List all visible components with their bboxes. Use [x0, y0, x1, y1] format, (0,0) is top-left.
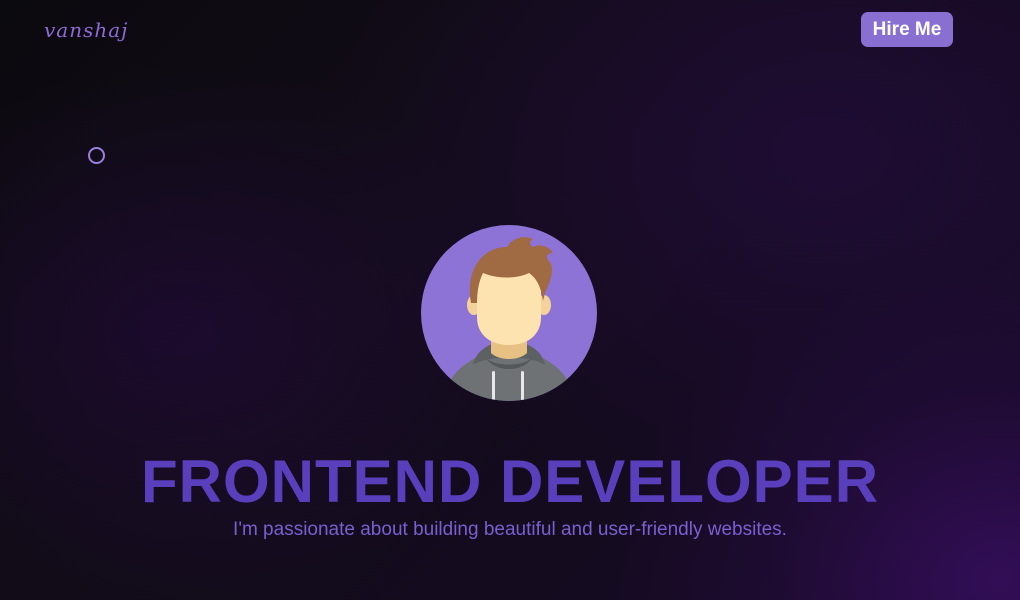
page-headline: FRONTEND DEVELOPER: [140, 448, 880, 515]
hire-me-button[interactable]: Hire Me: [861, 12, 953, 47]
developer-avatar-icon: [421, 225, 597, 401]
hero-tagline: I'm passionate about building beautiful …: [233, 519, 787, 540]
cursor-ring-icon: [88, 147, 105, 164]
site-logo[interactable]: vanshaj: [44, 18, 128, 42]
